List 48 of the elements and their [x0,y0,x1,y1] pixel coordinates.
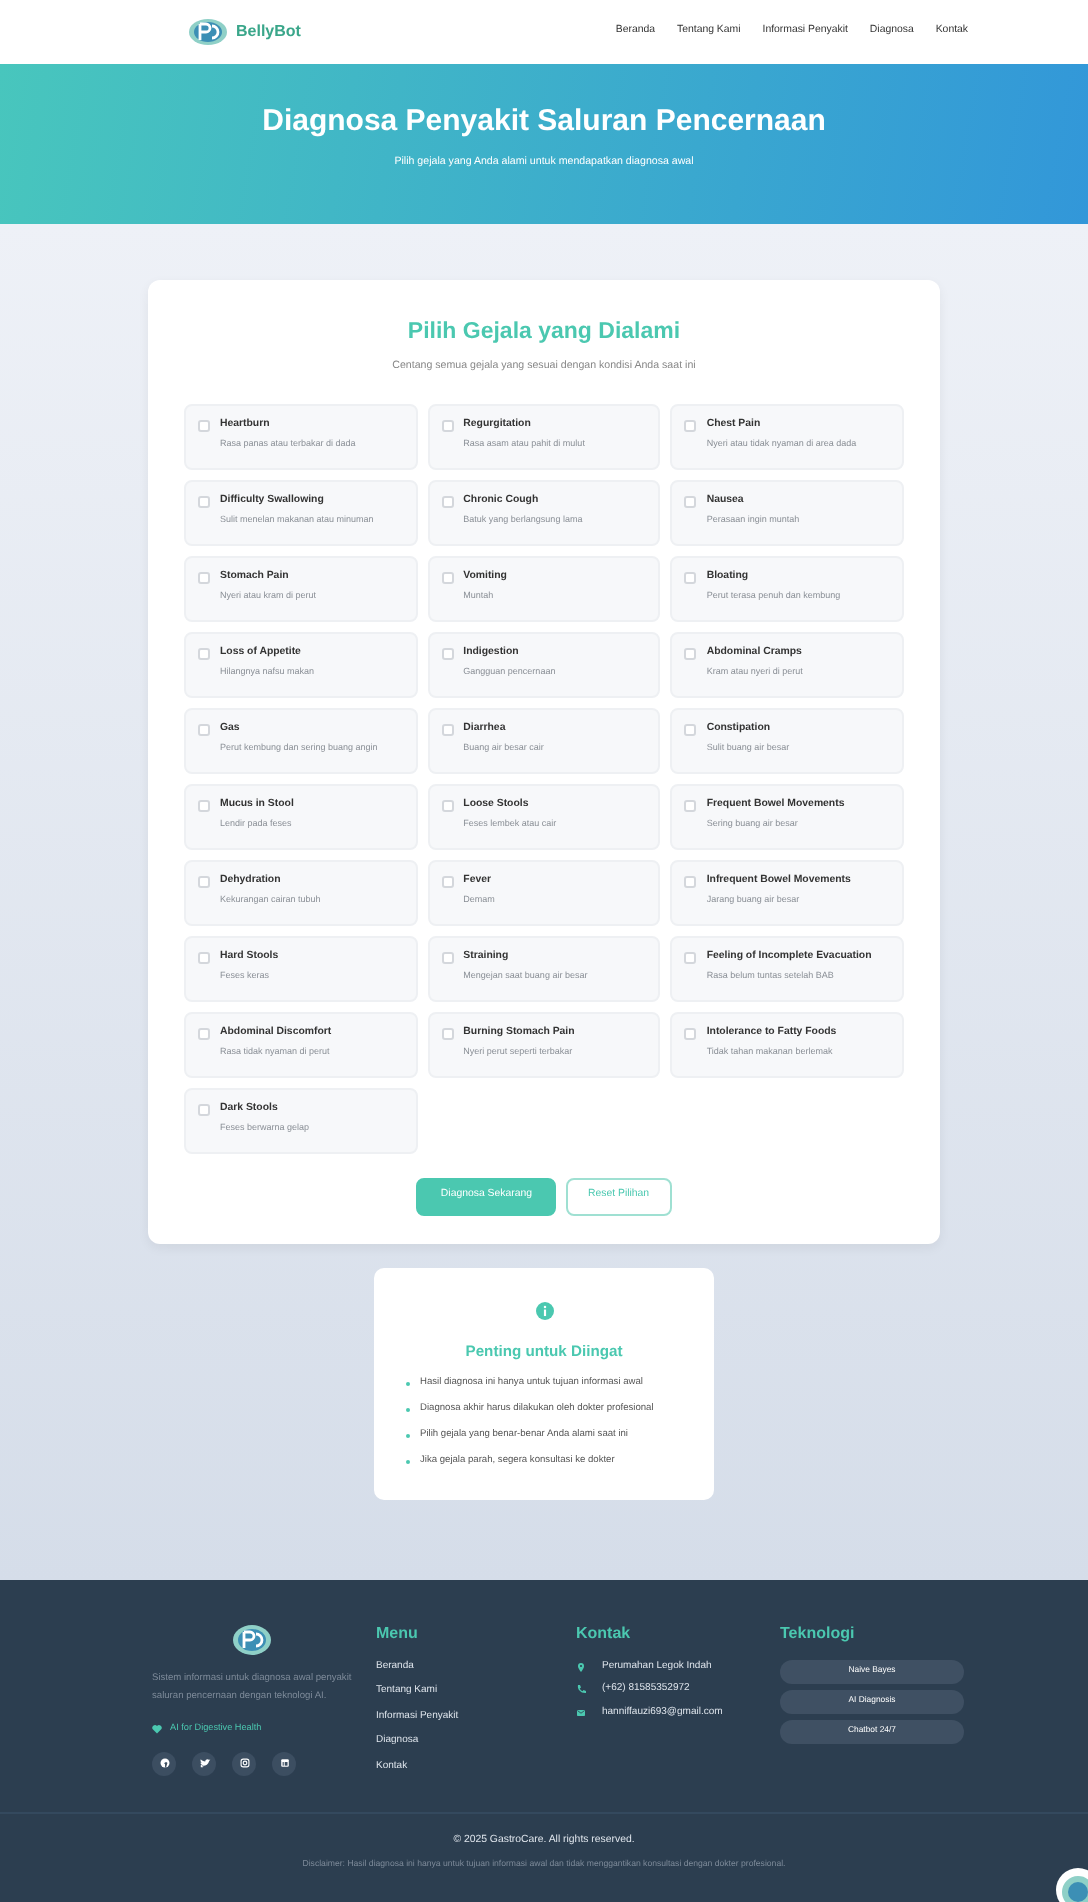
checkbox[interactable] [441,495,454,508]
round-logo-icon [157,1756,171,1771]
checkbox[interactable] [198,723,210,736]
checkbox[interactable] [198,875,210,888]
envelope-icon [576,1707,586,1718]
checkbox[interactable] [198,951,210,964]
camera-icon [237,1756,251,1771]
checkbox[interactable] [198,419,210,432]
checkbox[interactable] [684,875,697,888]
checkbox[interactable] [441,647,454,660]
checkbox[interactable] [684,723,697,736]
checkbox[interactable] [198,799,210,812]
checkbox[interactable] [684,495,697,508]
social-link[interactable] [192,1751,216,1776]
checkbox[interactable] [198,1103,210,1116]
checkbox[interactable] [684,799,697,812]
checkbox[interactable] [441,571,454,584]
checkbox[interactable] [441,419,454,432]
bird-icon [197,1756,211,1771]
logo-icon [188,18,228,46]
checkbox[interactable] [684,647,697,660]
checkbox[interactable] [684,951,697,964]
phone-icon [576,1684,586,1695]
checkbox[interactable] [441,1027,454,1040]
location-pin-icon [576,1661,586,1672]
logo-icon [232,1624,272,1656]
checkbox[interactable] [198,647,210,660]
info-icon [535,1302,553,1320]
hero-title: Diagnosa Penyakit Saluran Pencernaan [260,104,828,140]
card-title: Pilih Gejala yang Dialami [405,320,683,348]
checkbox[interactable] [684,571,697,584]
checkbox[interactable] [441,951,454,964]
social-link[interactable] [152,1751,176,1776]
social-link[interactable] [272,1751,296,1776]
checkbox[interactable] [198,495,210,508]
footer-heading: Kontak [576,1624,633,1644]
checkbox[interactable] [198,1027,210,1040]
social-link[interactable] [232,1751,256,1776]
footer-heading: Teknologi [780,1624,857,1644]
footer-heading: Menu [376,1624,420,1644]
checkbox[interactable] [441,799,454,812]
square-logo-icon [277,1756,291,1771]
checkbox[interactable] [684,1027,697,1040]
checkbox[interactable] [198,571,210,584]
checkbox[interactable] [441,875,454,888]
checkbox[interactable] [441,723,454,736]
heart-icon [152,1723,162,1734]
checkbox[interactable] [684,419,697,432]
